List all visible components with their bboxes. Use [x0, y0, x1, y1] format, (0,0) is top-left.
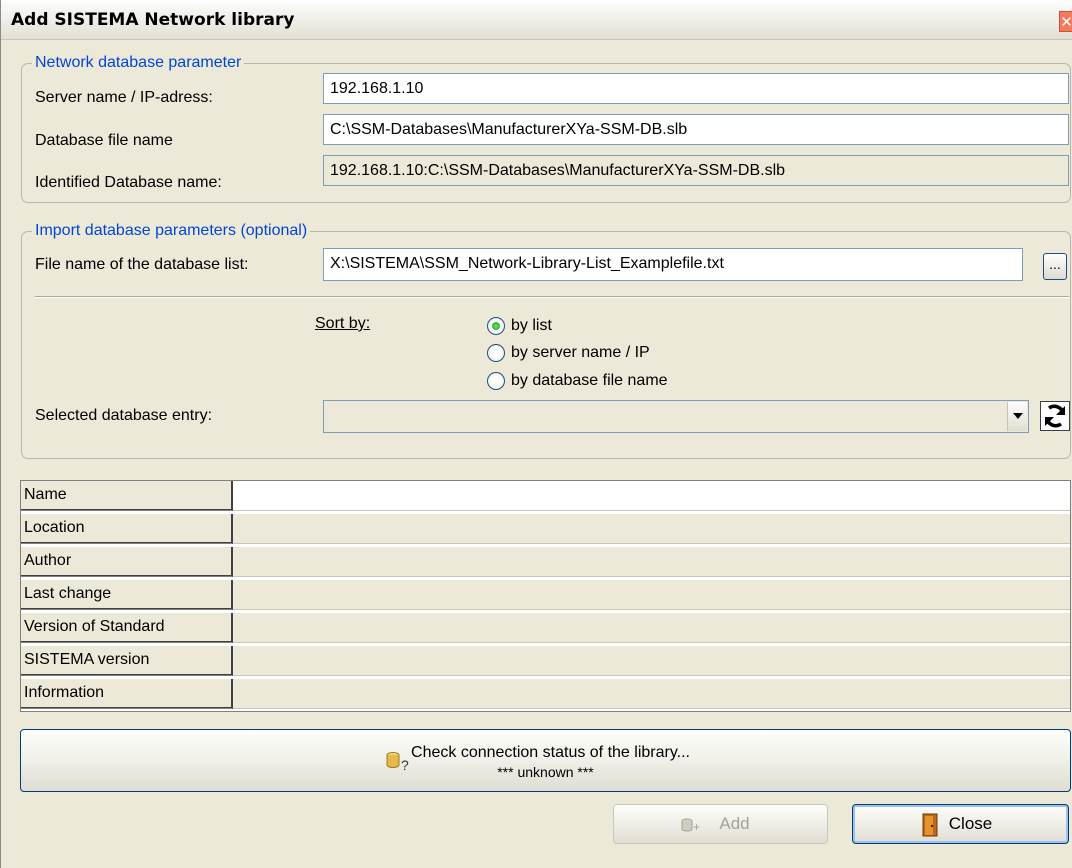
selected-entry-combobox[interactable]: [323, 400, 1029, 433]
browse-button[interactable]: ...: [1043, 253, 1067, 280]
close-button[interactable]: Close: [852, 804, 1069, 844]
sort-option-label: by server name / IP: [511, 344, 650, 361]
window-title: Add SISTEMA Network library: [11, 10, 295, 30]
library-properties-grid: Name Location Author Last change Version…: [20, 480, 1071, 712]
server-name-input[interactable]: 192.168.1.10: [323, 73, 1069, 104]
identified-database-field: 192.168.1.10:C:\SSM-Databases\Manufactur…: [323, 155, 1069, 186]
database-file-label: Database file name: [35, 132, 173, 149]
property-row: Information: [21, 679, 1070, 709]
close-button-label: Close: [948, 814, 993, 833]
property-label: Name: [21, 481, 233, 511]
connection-status-value: *** unknown ***: [497, 764, 594, 780]
server-name-label: Server name / IP-adress:: [35, 89, 213, 106]
sort-by-list-radio[interactable]: by list: [487, 315, 687, 337]
property-label: SISTEMA version: [21, 646, 233, 676]
close-window-icon[interactable]: ✕: [1059, 11, 1072, 32]
import-separator: [35, 296, 1069, 298]
sort-option-label: by list: [511, 317, 552, 334]
radio-button[interactable]: [487, 344, 505, 362]
sort-by-server-radio[interactable]: by server name / IP: [487, 342, 727, 364]
add-button[interactable]: + Add: [613, 804, 828, 844]
refresh-icon: [1045, 404, 1065, 428]
identified-database-label: Identified Database name:: [35, 174, 222, 191]
property-value: [233, 580, 1070, 610]
refresh-button[interactable]: [1040, 401, 1070, 431]
import-group-legend: Import database parameters (optional): [32, 222, 311, 240]
database-list-file-label: File name of the database list:: [35, 256, 249, 273]
sort-by-filename-radio[interactable]: by database file name: [487, 370, 727, 392]
chevron-down-icon[interactable]: [1007, 402, 1027, 431]
property-row: Version of Standard: [21, 613, 1070, 643]
door-exit-icon: [922, 813, 938, 837]
property-row: Name: [21, 481, 1070, 511]
title-bar[interactable]: Add SISTEMA Network library ✕: [1, 0, 1072, 40]
property-label: Version of Standard: [21, 613, 233, 643]
connection-status-title: Check connection status of the library..…: [411, 744, 690, 761]
property-label: Author: [21, 547, 233, 577]
property-value: [233, 514, 1070, 544]
network-group-legend: Network database parameter: [32, 54, 245, 72]
database-list-file-input[interactable]: X:\SISTEMA\SSM_Network-Library-List_Exam…: [323, 248, 1023, 281]
property-row: Location: [21, 514, 1070, 544]
svg-text:+: +: [693, 820, 700, 833]
database-file-input[interactable]: C:\SSM-Databases\ManufacturerXYa-SSM-DB.…: [323, 114, 1069, 145]
database-add-icon: +: [681, 818, 700, 833]
sort-option-label: by database file name: [511, 372, 668, 389]
selected-entry-label: Selected database entry:: [35, 407, 213, 424]
property-label: Information: [21, 679, 233, 709]
add-button-label: Add: [719, 814, 750, 833]
property-value: [233, 547, 1070, 577]
radio-button[interactable]: [487, 372, 505, 390]
property-row: Last change: [21, 580, 1070, 610]
radio-button-checked[interactable]: [487, 317, 505, 335]
property-value: [233, 646, 1070, 676]
property-label: Last change: [21, 580, 233, 610]
property-value: [233, 679, 1070, 709]
sort-by-label: Sort by:: [315, 315, 371, 332]
check-connection-button[interactable]: ? Check connection status of the library…: [20, 729, 1071, 792]
property-row: SISTEMA version: [21, 646, 1070, 676]
property-value: [233, 613, 1070, 643]
dialog-window: Add SISTEMA Network library ✕ Network da…: [0, 0, 1072, 868]
property-value[interactable]: [233, 481, 1070, 511]
property-label: Location: [21, 514, 233, 544]
property-row: Author: [21, 547, 1070, 577]
